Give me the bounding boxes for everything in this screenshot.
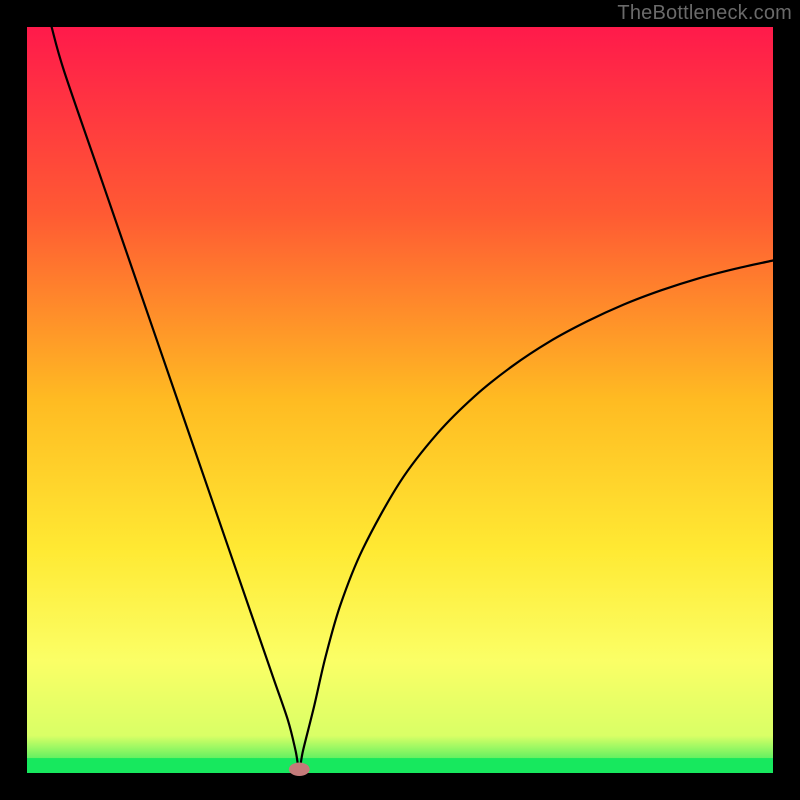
plot-area [27,27,773,776]
bottleneck-chart [0,0,800,800]
bottom-band [27,758,773,773]
chart-stage: TheBottleneck.com [0,0,800,800]
minimum-marker [289,763,310,776]
plot-background [27,27,773,773]
watermark-label: TheBottleneck.com [617,2,792,25]
